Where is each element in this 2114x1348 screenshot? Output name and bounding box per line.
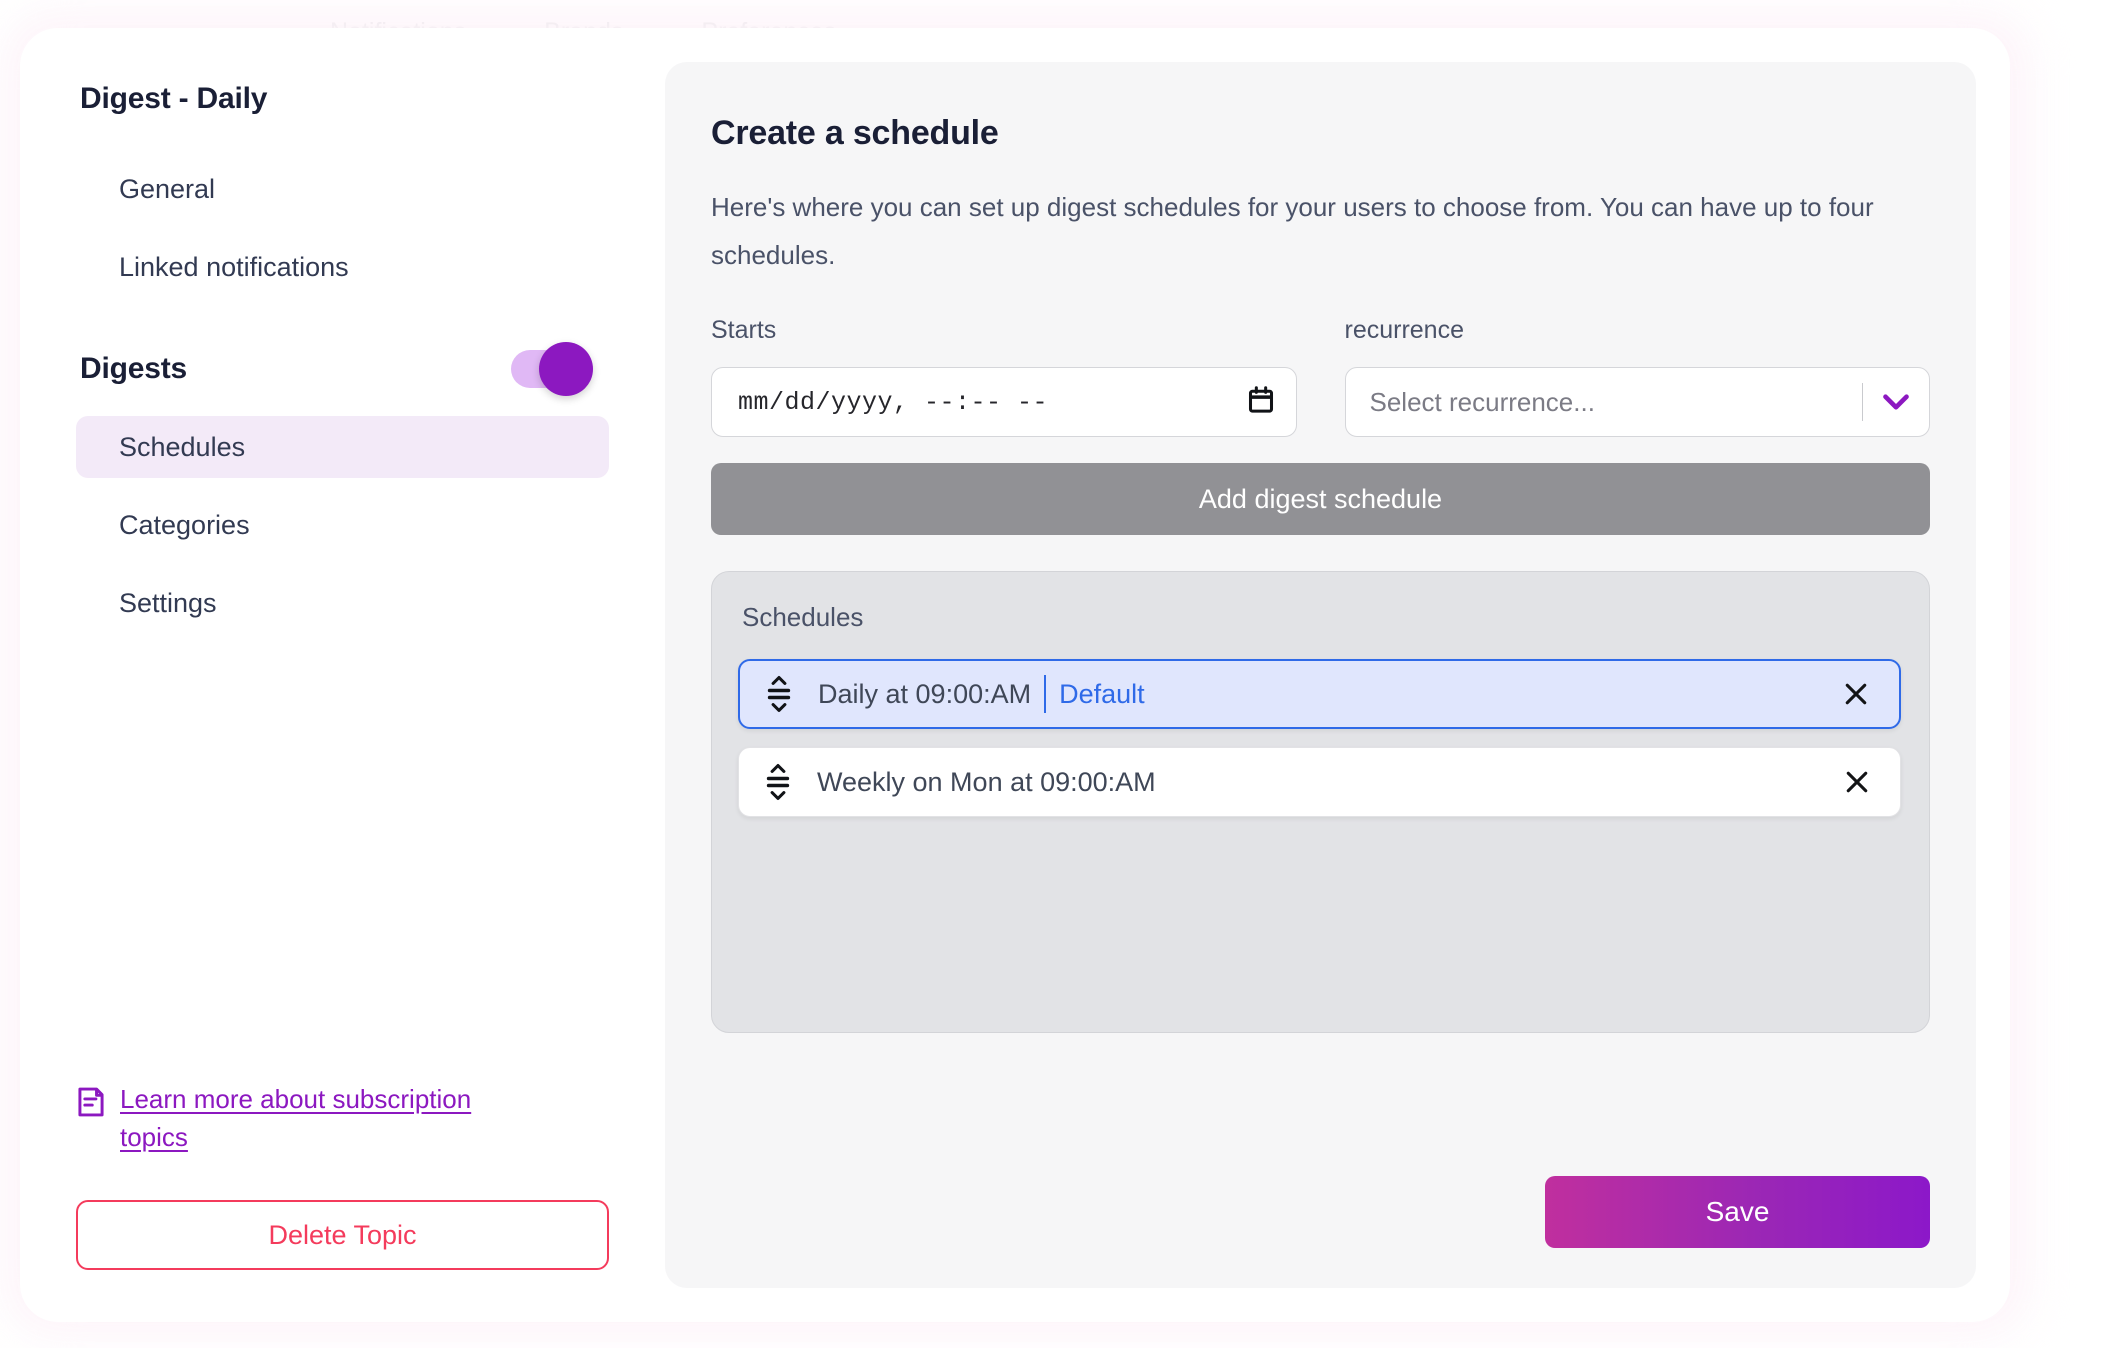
schedule-label: Daily at 09:00:AM [818, 677, 1031, 711]
schedules-list-title: Schedules [738, 602, 1901, 633]
starts-placeholder: mm/dd/yyyy, --:-- -- [738, 388, 1248, 417]
sidebar-item-general[interactable]: General [76, 158, 609, 220]
starts-datetime-input[interactable]: mm/dd/yyyy, --:-- -- [711, 367, 1297, 437]
digest-topic-modal: Digest - Daily General Linked notificati… [20, 28, 2010, 1322]
recurrence-field-group: recurrence Select recurrence... [1345, 315, 1931, 437]
digests-section-title: Digests [76, 352, 187, 386]
save-row: Save [711, 1136, 1930, 1248]
schedule-list-item[interactable]: Weekly on Mon at 09:00:AM [738, 747, 1901, 817]
drag-handle-icon[interactable] [762, 674, 796, 714]
sidebar-footer: Learn more about subscription topics Del… [76, 1080, 609, 1270]
delete-topic-button[interactable]: Delete Topic [76, 1200, 609, 1270]
sidebar-item-settings[interactable]: Settings [76, 572, 609, 634]
close-icon[interactable] [1839, 677, 1873, 711]
drag-handle-icon[interactable] [761, 762, 795, 802]
save-button[interactable]: Save [1545, 1176, 1930, 1248]
starts-field-group: Starts mm/dd/yyyy, --:-- -- [711, 315, 1297, 437]
recurrence-label: recurrence [1345, 315, 1931, 345]
page-title: Create a schedule [711, 114, 1930, 153]
digests-toggle-knob [539, 342, 593, 396]
sidebar-item-categories[interactable]: Categories [76, 494, 609, 556]
schedule-separator [1044, 675, 1046, 713]
chevron-down-icon[interactable] [1863, 393, 1929, 411]
sidebar: Digest - Daily General Linked notificati… [20, 28, 665, 1322]
starts-label: Starts [711, 315, 1297, 345]
digests-toggle[interactable] [511, 350, 583, 388]
content-wrapper: Create a schedule Here's where you can s… [665, 28, 2010, 1322]
digests-section-header: Digests [76, 350, 609, 388]
close-icon[interactable] [1840, 765, 1874, 799]
learn-more-label[interactable]: Learn more about subscription topics [120, 1080, 520, 1156]
add-digest-schedule-button[interactable]: Add digest schedule [711, 463, 1930, 535]
schedule-list-item[interactable]: Daily at 09:00:AM Default [738, 659, 1901, 729]
schedule-label: Weekly on Mon at 09:00:AM [817, 765, 1156, 799]
schedule-default-badge: Default [1059, 677, 1145, 711]
create-schedule-panel: Create a schedule Here's where you can s… [665, 62, 1976, 1288]
learn-more-link[interactable]: Learn more about subscription topics [76, 1080, 609, 1156]
page-description: Here's where you can set up digest sched… [711, 183, 1930, 279]
recurrence-select[interactable]: Select recurrence... [1345, 367, 1931, 437]
schedule-form-row: Starts mm/dd/yyyy, --:-- -- [711, 315, 1930, 437]
schedules-list-panel: Schedules Daily at 09:00:AM Default [711, 571, 1930, 1033]
sidebar-title: Digest - Daily [76, 82, 609, 116]
document-note-icon [76, 1086, 106, 1123]
sidebar-item-linked-notifications[interactable]: Linked notifications [76, 236, 609, 298]
sidebar-item-schedules[interactable]: Schedules [76, 416, 609, 478]
calendar-icon[interactable] [1248, 386, 1274, 419]
recurrence-placeholder: Select recurrence... [1346, 387, 1863, 418]
